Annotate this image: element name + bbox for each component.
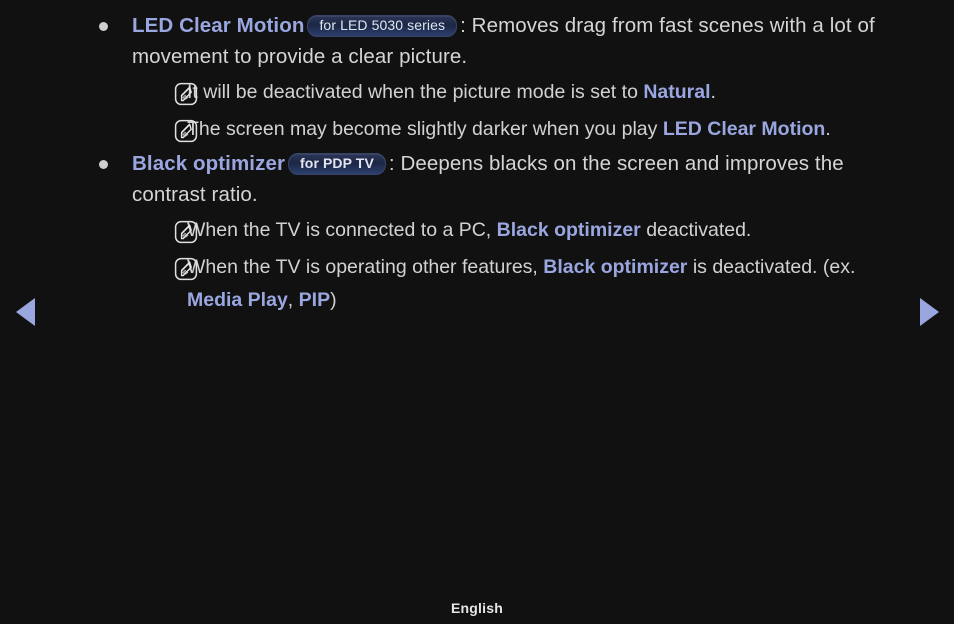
feature-block-black-optimizer: Black optimizer for PDP TV: Deepens black… [90, 148, 910, 317]
body-text: is deactivated. (ex. [687, 256, 856, 278]
note-list: When the TV is connected to a PC, Black … [132, 214, 910, 317]
language-label: English [451, 600, 503, 616]
bullet-icon [99, 160, 108, 169]
note-item: The screen may become slightly darker wh… [132, 113, 910, 146]
note-pencil-icon [174, 257, 198, 281]
model-badge: for PDP TV [288, 153, 386, 175]
body-text: When the TV is operating other features, [187, 256, 544, 278]
previous-page-button[interactable] [8, 295, 42, 329]
body-text: , [287, 289, 299, 311]
body-text: . [825, 118, 831, 140]
manual-content: LED Clear Motion for LED 5030 series: Rem… [90, 10, 910, 319]
chevron-left-icon [15, 298, 35, 326]
note-pencil-icon [174, 82, 198, 106]
note-pencil-icon [174, 220, 198, 244]
feature-title: LED Clear Motion [132, 14, 305, 37]
note-item: It will be deactivated when the picture … [132, 76, 910, 109]
menu-term: Media Play [187, 289, 288, 311]
next-page-button[interactable] [912, 295, 946, 329]
feature-block-led-clear-motion: LED Clear Motion for LED 5030 series: Rem… [90, 10, 910, 146]
menu-term: Black optimizer [496, 219, 641, 241]
note-pencil-icon [174, 119, 198, 143]
note-text: The screen may become slightly darker wh… [187, 113, 910, 146]
note-text: When the TV is connected to a PC, Black … [187, 214, 910, 247]
body-text: . [710, 81, 716, 103]
menu-term: LED Clear Motion [662, 118, 826, 140]
note-item: When the TV is connected to a PC, Black … [132, 214, 910, 247]
emanual-page: LED Clear Motion for LED 5030 series: Rem… [0, 0, 954, 624]
body-text: ) [330, 289, 337, 311]
colon-separator: : [460, 14, 466, 37]
colon-separator: : [388, 152, 395, 175]
feature-title: Black optimizer [132, 152, 286, 175]
model-badge: for LED 5030 series [307, 15, 458, 37]
note-text: It will be deactivated when the picture … [187, 76, 910, 109]
body-text: When the TV is connected to a PC, [187, 219, 497, 241]
note-item: When the TV is operating other features,… [132, 251, 910, 317]
menu-term: Black optimizer [543, 256, 688, 278]
chevron-right-icon [919, 298, 939, 326]
body-text: deactivated. [640, 219, 752, 241]
feature-paragraph: LED Clear Motion for LED 5030 series: Rem… [132, 10, 910, 72]
bullet-icon [99, 22, 108, 31]
note-list: It will be deactivated when the picture … [132, 76, 910, 146]
menu-term: Natural [643, 81, 711, 103]
note-text: When the TV is operating other features,… [187, 251, 910, 317]
body-text: It will be deactivated when the picture … [187, 81, 644, 103]
feature-paragraph: Black optimizer for PDP TV: Deepens black… [132, 148, 910, 210]
body-text: The screen may become slightly darker wh… [187, 118, 663, 140]
menu-term: PIP [298, 289, 331, 311]
